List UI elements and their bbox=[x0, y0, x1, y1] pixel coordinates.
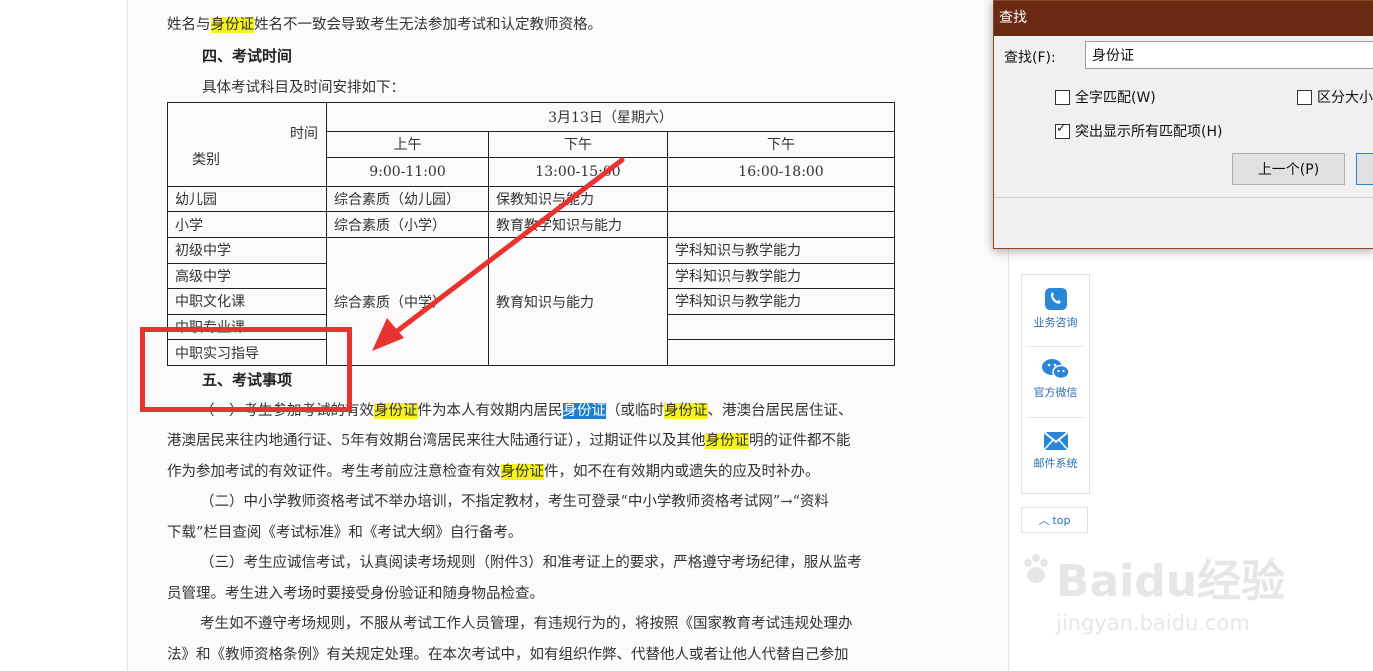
doc-line: 姓名与身份证姓名不一致会导致考生无法参加考试和认定教师资格。 bbox=[167, 17, 602, 33]
paw-icon bbox=[1024, 554, 1048, 583]
mail-icon bbox=[1042, 431, 1069, 451]
highlight-all-checkbox[interactable]: 突出显示所有匹配项(H) bbox=[1055, 121, 1222, 141]
doc-line: （三）考生应诚信考试，认真阅读考场规则（附件3）和准考证上的要求，严格遵守考场纪… bbox=[200, 555, 862, 571]
match-case-checkbox[interactable]: 区分大小 bbox=[1297, 87, 1373, 107]
watermark-url: jingyan.baidu.com bbox=[1056, 611, 1250, 635]
doc-line: 员管理。考生进入考场时要接受身份验证和随身物品检查。 bbox=[167, 586, 544, 602]
table-category: 高级中学 bbox=[167, 262, 327, 290]
find-input[interactable] bbox=[1085, 41, 1373, 69]
table-corner-cell: 时间 类别 bbox=[167, 102, 327, 187]
find-label: 查找(F): bbox=[1004, 50, 1056, 66]
annotation-highlight-box bbox=[140, 327, 352, 412]
table-time: 9:00-11:00 bbox=[326, 157, 489, 187]
find-next-button[interactable] bbox=[1356, 153, 1373, 185]
table-time: 13:00-15:00 bbox=[488, 157, 668, 187]
table-category: 中职文化课 bbox=[167, 288, 327, 315]
sidebar-item-wechat[interactable]: 官方微信 bbox=[1022, 357, 1089, 400]
find-dialog: 查找 查找(F): 全字匹配(W) 区分大小 突出显示所有匹配项(H) 上一个(… bbox=[993, 0, 1373, 249]
table-date-header: 3月13日（星期六） bbox=[325, 102, 896, 132]
search-match: 身份证 bbox=[210, 17, 254, 33]
table-cell bbox=[666, 339, 896, 366]
doc-line: 考生如不遵守考场规则，不服从考试工作人员管理，有违规行为的，将按照《国家教育考试… bbox=[200, 616, 853, 632]
search-match: 身份证 bbox=[374, 403, 418, 419]
table-time: 16:00-18:00 bbox=[666, 157, 896, 187]
table-cell: 教育教学知识与能力 bbox=[488, 211, 668, 239]
back-to-top-button[interactable]: ︿ top bbox=[1021, 507, 1088, 533]
find-previous-button[interactable]: 上一个(P) bbox=[1232, 153, 1345, 185]
table-cell bbox=[666, 211, 896, 239]
service-sidebar: 业务咨询 官方微信 邮件系统 bbox=[1021, 274, 1090, 494]
table-cell: 综合素质（小学） bbox=[326, 211, 489, 239]
table-category: 初级中学 bbox=[167, 237, 327, 264]
search-match: 身份证 bbox=[705, 433, 749, 449]
search-match: 身份证 bbox=[500, 464, 544, 480]
section-heading-exam-time: 四、考试时间 bbox=[202, 47, 293, 65]
watermark-logo: Baidu经验 bbox=[1056, 556, 1286, 607]
wechat-icon bbox=[1041, 359, 1070, 380]
table-cell: 学科知识与教学能力 bbox=[666, 237, 896, 264]
dialog-divider bbox=[994, 197, 1373, 198]
table-category: 小学 bbox=[167, 211, 327, 239]
doc-line: 法》和《教师资格条例》有关规定处理。在本次考试中，如有组织作弊、代替他人或者让他… bbox=[167, 647, 849, 663]
table-cell: 教育知识与能力 bbox=[488, 237, 668, 366]
table-cell: 综合素质（幼儿园） bbox=[326, 185, 489, 213]
checkbox-unchecked-icon bbox=[1297, 89, 1312, 105]
table-cell: 保教知识与能力 bbox=[488, 185, 668, 213]
search-match: 身份证 bbox=[664, 403, 708, 419]
current-search-match: 身份证 bbox=[562, 403, 606, 419]
whole-word-checkbox[interactable]: 全字匹配(W) bbox=[1055, 87, 1156, 107]
sidebar-divider bbox=[1026, 417, 1085, 418]
table-period: 下午 bbox=[666, 130, 896, 159]
doc-line: 港澳居民来往内地通行证、5年有效期台湾居民来往大陆通行证），过期证件以及其他身份… bbox=[167, 433, 851, 449]
sidebar-item-mail[interactable]: 邮件系统 bbox=[1022, 430, 1089, 471]
checkbox-checked-icon bbox=[1055, 121, 1070, 139]
doc-line: 具体考试科目及时间安排如下： bbox=[202, 80, 405, 96]
table-cell: 学科知识与教学能力 bbox=[666, 262, 896, 290]
table-category: 幼儿园 bbox=[167, 185, 327, 213]
table-period: 上午 bbox=[326, 130, 489, 159]
baidu-watermark: Baidu经验 jingyan.baidu.com bbox=[1024, 545, 1350, 655]
table-cell: 学科知识与教学能力 bbox=[666, 288, 896, 315]
table-period: 下午 bbox=[488, 130, 668, 159]
phone-chat-icon bbox=[1044, 288, 1067, 310]
checkbox-unchecked-icon bbox=[1055, 89, 1070, 105]
doc-line: （二）中小学教师资格考试不举办培训，不指定教材，考生可登录“中小学教师资格考试网… bbox=[200, 494, 829, 510]
table-cell bbox=[666, 185, 896, 213]
table-cell bbox=[666, 313, 896, 341]
doc-line: 作为参加考试的有效证件。考生考前应注意检查有效身份证件，如不在有效期内或遗失的应… bbox=[167, 464, 820, 480]
sidebar-item-consult[interactable]: 业务咨询 bbox=[1022, 287, 1089, 330]
sidebar-divider bbox=[1026, 346, 1085, 347]
find-dialog-title[interactable]: 查找 bbox=[994, 1, 1373, 36]
doc-line: 下载”栏目查阅《考试标准》和《考试大纲》自行备考。 bbox=[167, 525, 523, 541]
chevron-up-icon: ︿ bbox=[1038, 514, 1050, 527]
